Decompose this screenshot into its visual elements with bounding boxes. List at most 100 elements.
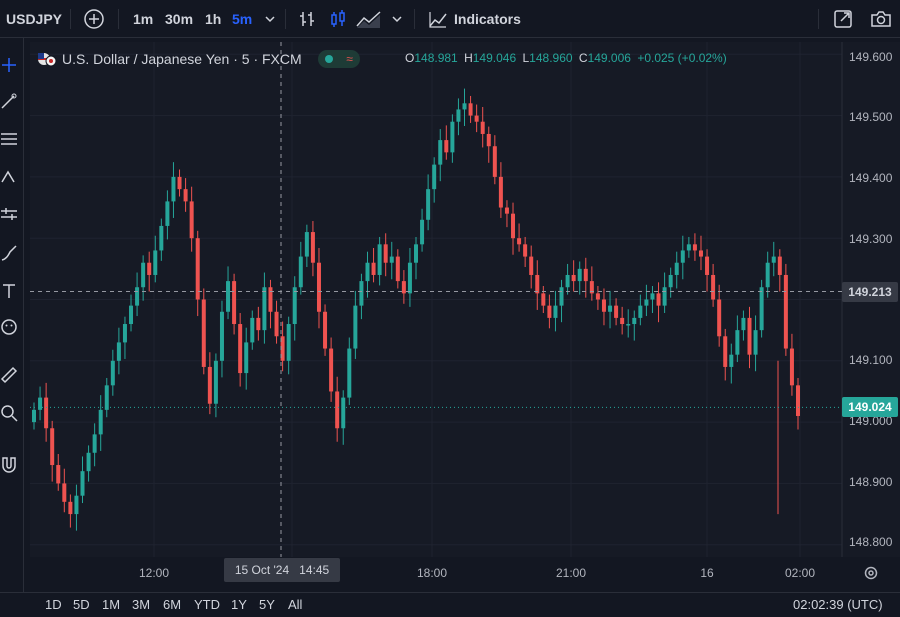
candle-body: [201, 299, 206, 367]
cursor-icon[interactable]: [0, 56, 18, 74]
emoji-icon[interactable]: [0, 318, 18, 336]
us-flag-icon: [38, 53, 57, 67]
indicators-label: Indicators: [454, 11, 521, 27]
candle-body: [759, 287, 764, 331]
candle-body: [74, 495, 79, 515]
price-tick: 148.900: [849, 475, 893, 489]
last-price-tag: 149.024: [842, 397, 898, 417]
candle-body: [389, 256, 394, 263]
candle-body: [323, 311, 328, 349]
indicators-icon: [429, 12, 447, 28]
chevron-down-icon: [392, 16, 402, 23]
candle-body: [62, 483, 67, 502]
candle-body: [777, 256, 782, 275]
interval-30m[interactable]: 30m: [165, 0, 193, 38]
candle-body: [213, 360, 218, 404]
candle-body: [159, 225, 164, 251]
market-status-badge[interactable]: ≈: [317, 50, 360, 68]
crosshair-time: 14:45: [299, 563, 330, 577]
price-tick: 149.500: [849, 110, 893, 124]
candle-body: [56, 465, 61, 484]
time-tick: 12:00: [138, 566, 170, 580]
snapshot-button[interactable]: [870, 0, 892, 38]
candle-body: [353, 305, 358, 349]
brush-icon[interactable]: [0, 244, 18, 262]
chart-type-dropdown[interactable]: [391, 0, 403, 38]
range-6m[interactable]: 6M: [163, 597, 181, 612]
chart-pane[interactable]: [30, 42, 900, 557]
candle-body: [365, 262, 370, 282]
candle-body: [32, 409, 36, 423]
bottom-toolbar: 1D 5D 1M 3M 6M YTD 1Y 5Y All 02:02:39 (U…: [0, 592, 900, 617]
range-all[interactable]: All: [288, 597, 302, 612]
text-icon[interactable]: [0, 282, 18, 300]
bar-style-button[interactable]: [297, 0, 317, 38]
candle-body: [511, 213, 516, 239]
utc-clock[interactable]: 02:02:39 (UTC): [793, 597, 883, 612]
magnet-icon[interactable]: [0, 456, 18, 474]
candle-body: [274, 311, 279, 337]
interval-1h[interactable]: 1h: [205, 0, 221, 38]
candle-style-button[interactable]: [328, 0, 348, 38]
top-toolbar: USDJPY 1m 30m 1h 5m Indicators: [0, 0, 900, 38]
fib-icon[interactable]: [0, 130, 18, 148]
range-ytd[interactable]: YTD: [194, 597, 220, 612]
range-1m[interactable]: 1M: [102, 597, 120, 612]
candle-body: [450, 121, 455, 153]
range-1y[interactable]: 1Y: [231, 597, 247, 612]
range-1d[interactable]: 1D: [45, 597, 62, 612]
candle-body: [668, 274, 673, 288]
trend-line-icon[interactable]: [0, 92, 18, 110]
compare-button[interactable]: [83, 0, 105, 38]
range-3m[interactable]: 3M: [132, 597, 150, 612]
low-value: 148.960: [529, 51, 573, 65]
axis-settings-icon[interactable]: [863, 565, 879, 581]
candle-body: [741, 317, 746, 331]
symbol-label: USDJPY: [6, 11, 63, 27]
candle-body: [674, 262, 679, 275]
pattern-icon[interactable]: [0, 168, 18, 186]
price-tick: 149.300: [849, 232, 893, 246]
interval-1m[interactable]: 1m: [133, 0, 153, 38]
interval-dropdown[interactable]: [264, 0, 276, 38]
indicators-button[interactable]: Indicators: [428, 0, 521, 38]
candle-body: [401, 281, 406, 294]
candle-body: [480, 121, 485, 134]
open-value: 148.981: [414, 51, 458, 65]
candle-body: [80, 471, 85, 496]
price-chart[interactable]: [30, 42, 900, 557]
fullscreen-button[interactable]: [833, 0, 853, 38]
candle-body: [122, 324, 127, 343]
interval-5m[interactable]: 5m: [232, 0, 252, 38]
interval-label: 30m: [165, 11, 194, 27]
candle-body: [765, 262, 770, 288]
symbol-search[interactable]: USDJPY: [6, 0, 62, 38]
candle-body: [789, 348, 794, 386]
candle-body: [171, 176, 176, 202]
candle-body: [614, 305, 619, 318]
candle-body: [92, 434, 97, 453]
range-5d[interactable]: 5D: [73, 597, 90, 612]
candle-body: [438, 140, 443, 165]
ruler-icon[interactable]: [0, 366, 18, 384]
interval-label: 1m: [133, 11, 154, 27]
crosshair-date: 15 Oct '24: [234, 563, 290, 577]
divider: [414, 9, 415, 29]
zoom-icon[interactable]: [0, 404, 18, 422]
candle-body: [68, 501, 73, 515]
candle-body: [783, 274, 788, 349]
candle-style-icon: [331, 10, 345, 27]
ohlc-values: O148.981 H149.046 L148.960 C149.006 +0.0…: [405, 51, 727, 65]
symbol-legend[interactable]: U.S. Dollar / Japanese Yen · 5 · FXCM ≈: [36, 48, 360, 70]
range-5y[interactable]: 5Y: [259, 597, 275, 612]
candle-body: [638, 305, 643, 318]
price-tick: 148.800: [849, 535, 893, 549]
candle-body: [705, 256, 710, 275]
drawing-toolbar: [0, 38, 24, 617]
candle-body: [698, 250, 703, 257]
candle-body: [86, 452, 91, 472]
area-style-button[interactable]: [356, 0, 382, 38]
candle-body: [414, 244, 418, 263]
fullscreen-icon: [834, 10, 852, 28]
prediction-icon[interactable]: [0, 206, 18, 224]
